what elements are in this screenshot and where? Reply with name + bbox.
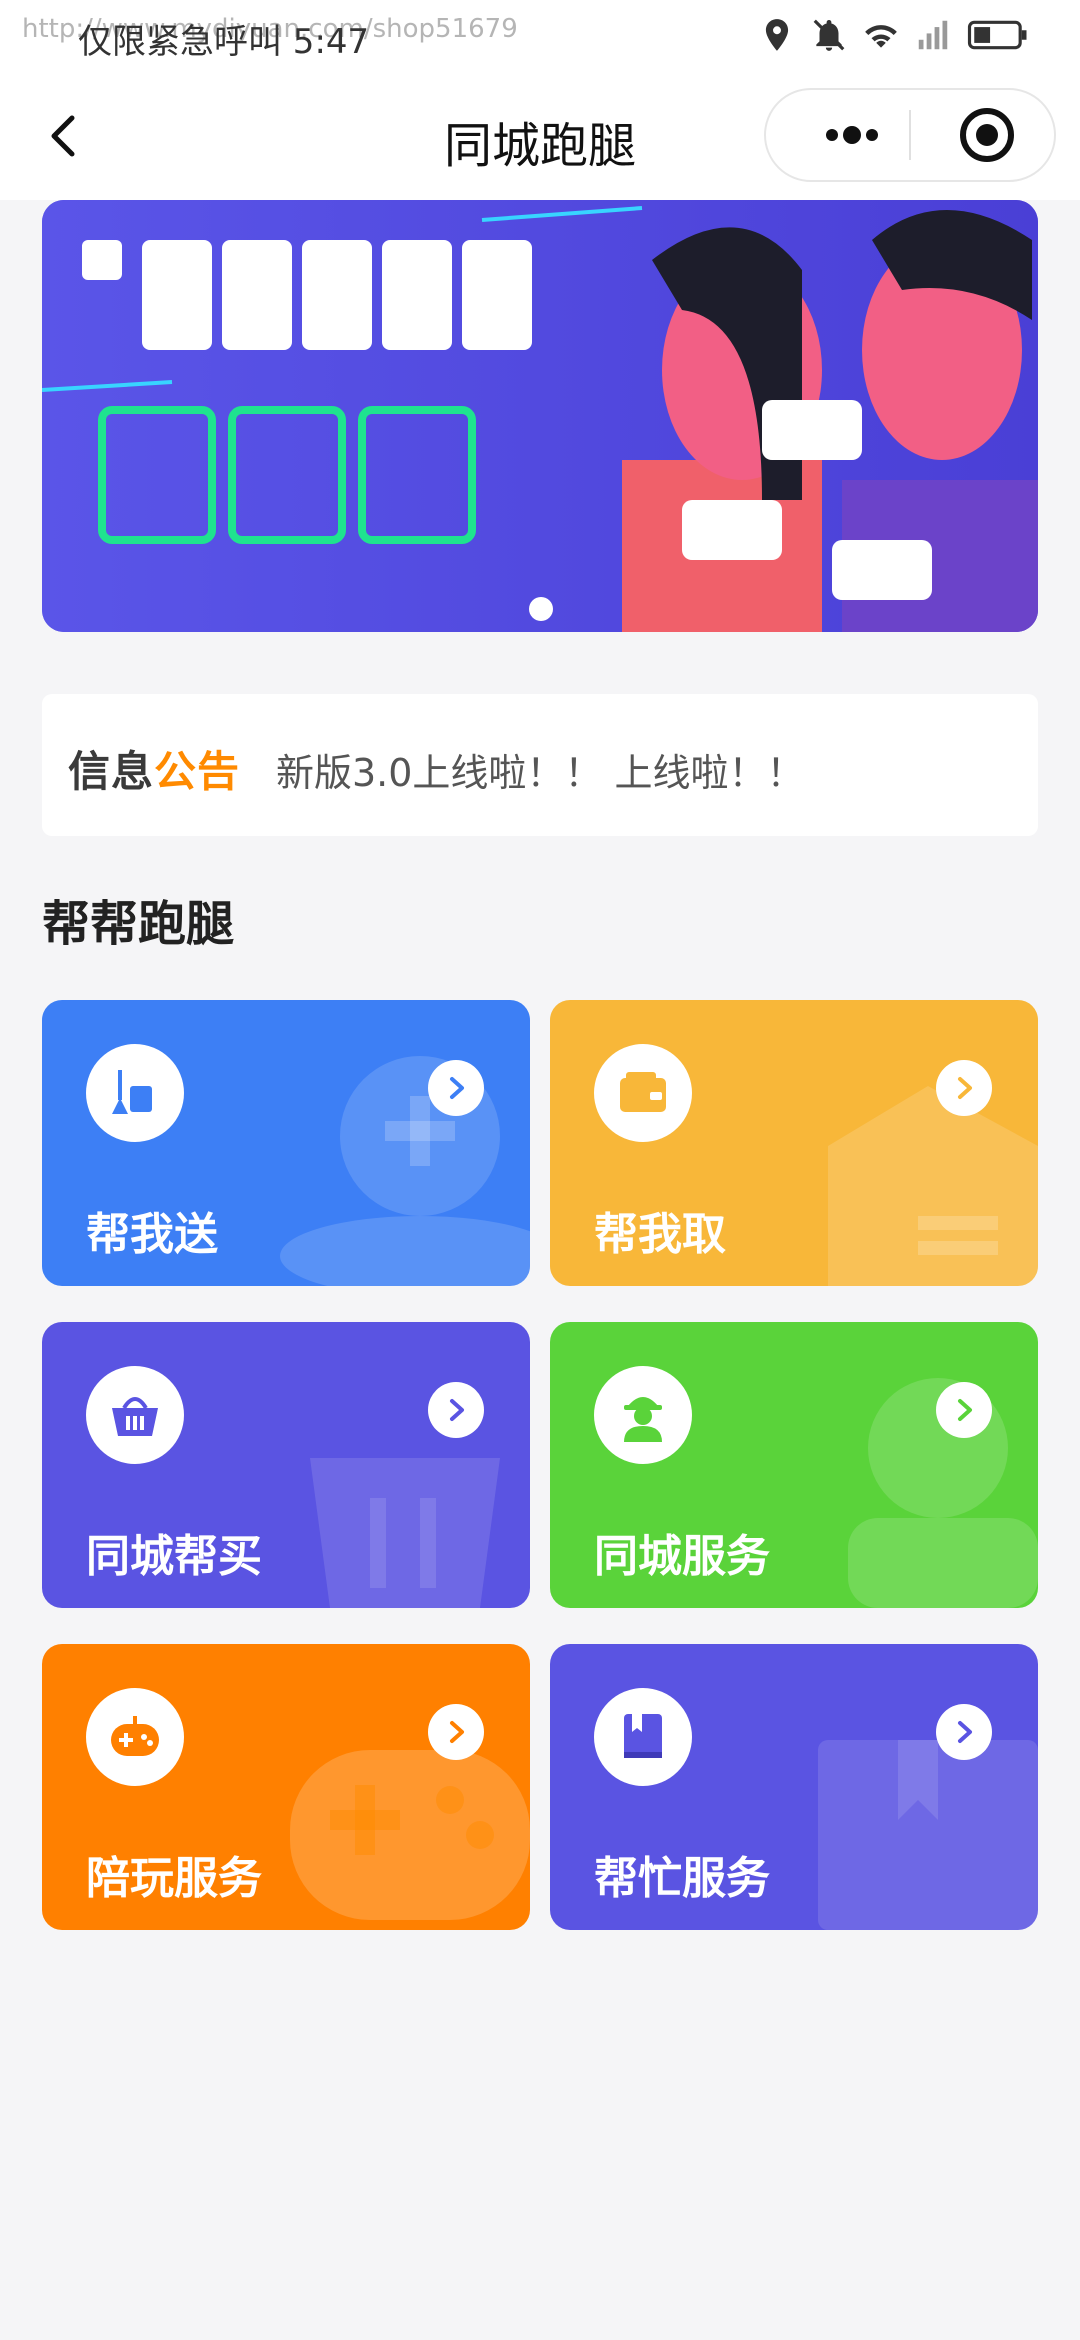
capsule-divider (909, 110, 911, 160)
service-card-pickup[interactable]: 帮我取 (550, 1000, 1038, 1286)
carousel-indicator (529, 597, 553, 621)
chevron-right-icon (958, 1077, 972, 1099)
chevron-right-icon (958, 1721, 972, 1743)
gamepad-bg-icon (290, 1750, 530, 1920)
book-bg-icon (818, 1740, 1038, 1930)
mute-bell-icon (810, 16, 848, 54)
basket-icon (112, 1397, 158, 1436)
card-arrow-button[interactable] (936, 1060, 992, 1116)
card-arrow-button[interactable] (936, 1704, 992, 1760)
close-mini-program-button[interactable] (942, 90, 1032, 180)
card-label: 帮我送 (86, 1209, 218, 1260)
card-label: 帮我取 (594, 1209, 726, 1260)
promo-banner[interactable] (42, 200, 1038, 632)
card-icon (594, 1688, 692, 1786)
card-label: 同城服务 (594, 1531, 770, 1582)
card-label: 同城帮买 (86, 1531, 262, 1582)
wallet-icon (620, 1072, 666, 1112)
chevron-right-icon (450, 1077, 464, 1099)
target-icon (960, 108, 1014, 162)
card-label: 陪玩服务 (86, 1853, 262, 1904)
gamepad-icon (111, 1716, 159, 1756)
broom-cup-icon (112, 1070, 152, 1114)
notice-tag-info: 信息 (68, 747, 155, 796)
chevron-right-icon (450, 1399, 464, 1421)
notice-tag-announcement: 公告 (154, 747, 241, 796)
status-bar: http://www.mydiyuan.com/shop51679 仅限紧急呼叫… (0, 0, 1080, 70)
nav-bar: 同城跑腿 (0, 70, 1080, 200)
worker-icon (624, 1397, 662, 1442)
more-button[interactable] (796, 90, 908, 180)
more-dots-icon (826, 126, 878, 144)
battery-icon (966, 16, 1030, 54)
book-icon (624, 1714, 662, 1758)
notice-tag: 信息公告 (68, 738, 240, 799)
card-arrow-button[interactable] (428, 1382, 484, 1438)
status-text: 仅限紧急呼叫 5:47 (78, 22, 370, 62)
card-icon (86, 1688, 184, 1786)
service-card-send[interactable]: 帮我送 (42, 1000, 530, 1286)
mini-program-capsule (764, 88, 1056, 182)
card-arrow-button[interactable] (936, 1382, 992, 1438)
basket-bg-icon (310, 1458, 500, 1608)
section-title: 帮帮跑腿 (42, 896, 235, 952)
card-label: 帮忙服务 (594, 1853, 770, 1904)
card-arrow-button[interactable] (428, 1704, 484, 1760)
map-pin-bg-icon (280, 1056, 530, 1286)
chevron-right-icon (958, 1399, 972, 1421)
service-card-buy[interactable]: 同城帮买 (42, 1322, 530, 1608)
banner-illustration (42, 200, 1038, 632)
chevron-right-icon (450, 1721, 464, 1743)
box-bg-icon (828, 1086, 1038, 1286)
service-card-help[interactable]: 帮忙服务 (550, 1644, 1038, 1930)
service-card-city-service[interactable]: 同城服务 (550, 1322, 1038, 1608)
status-icons (758, 16, 1030, 54)
location-icon (758, 16, 796, 54)
card-arrow-button[interactable] (428, 1060, 484, 1116)
card-icon (86, 1366, 184, 1464)
wifi-icon (862, 16, 900, 54)
notice-bar[interactable]: 信息公告 新版3.0上线啦！！ 上线啦！！ (42, 694, 1038, 836)
service-card-play[interactable]: 陪玩服务 (42, 1644, 530, 1930)
card-icon (86, 1044, 184, 1142)
signal-icon (914, 16, 952, 54)
notice-text: 新版3.0上线啦！！ 上线啦！！ (276, 751, 805, 795)
card-icon (594, 1366, 692, 1464)
card-icon (594, 1044, 692, 1142)
worker-bg-icon (848, 1378, 1038, 1608)
